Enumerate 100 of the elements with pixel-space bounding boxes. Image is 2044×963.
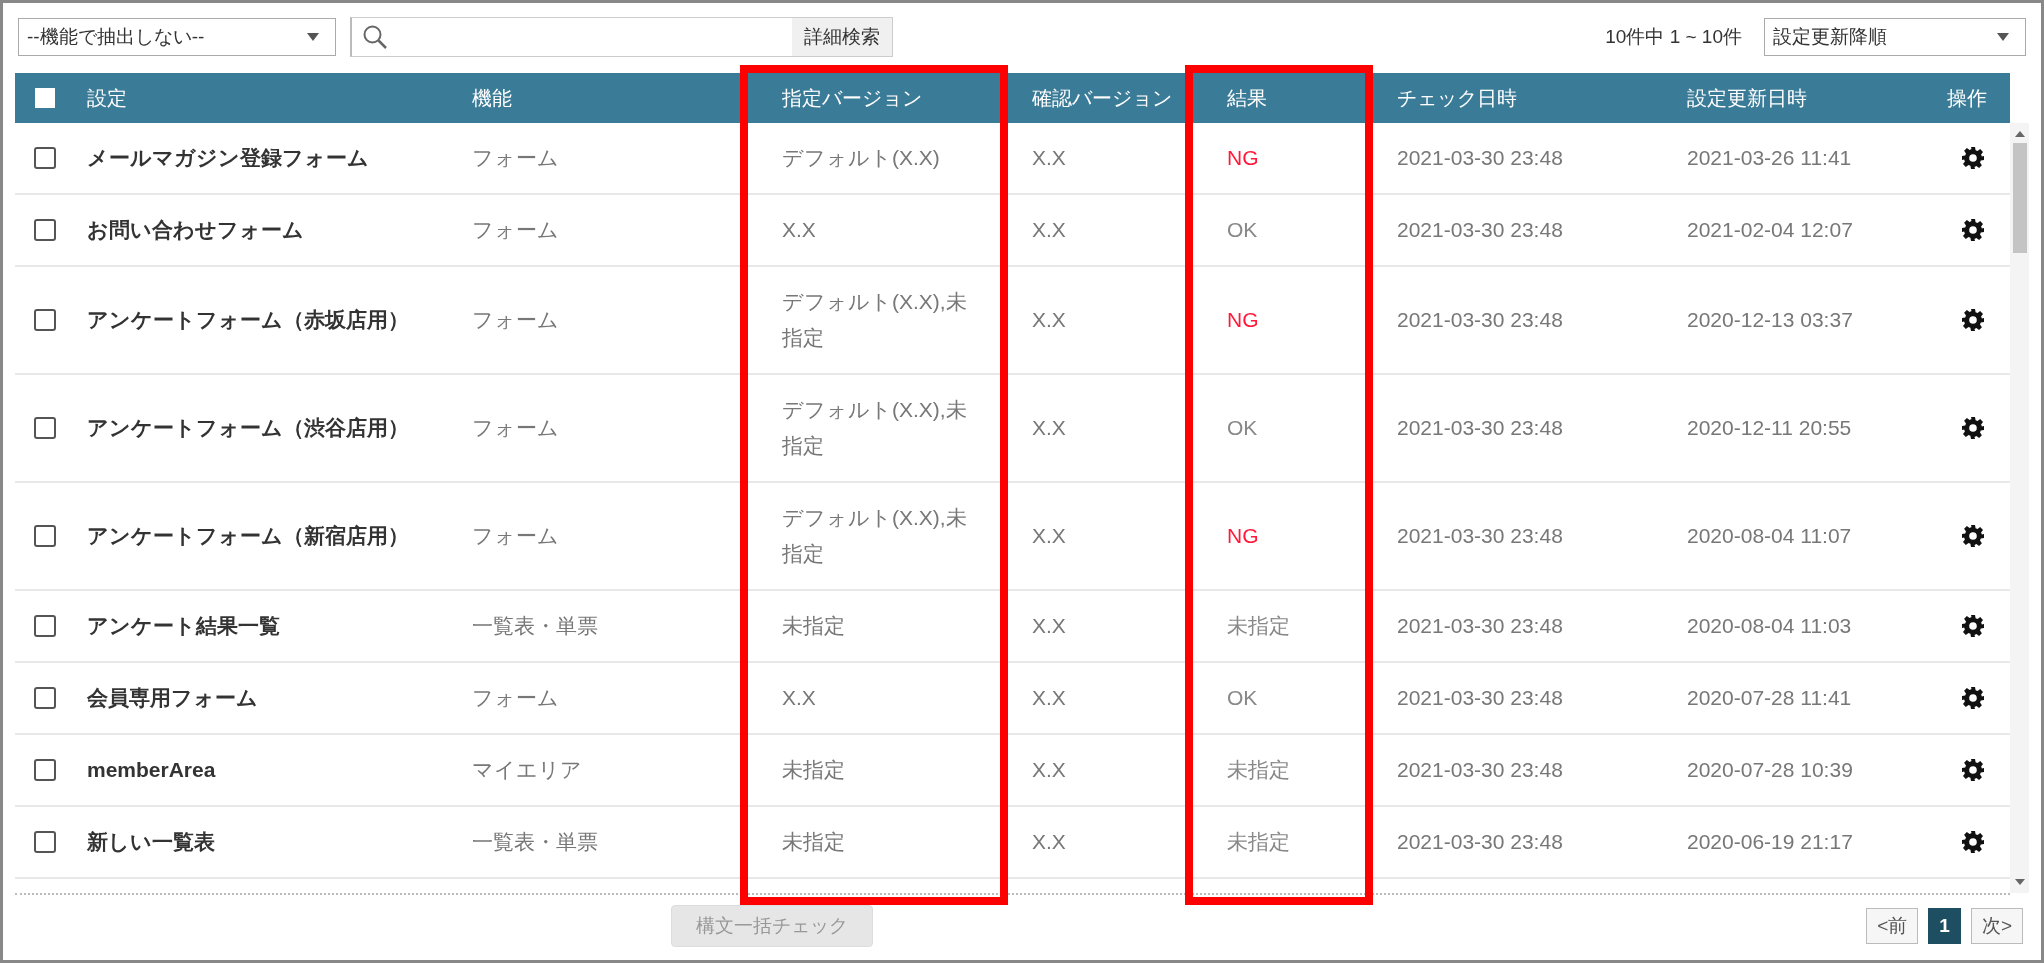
caret-icon: [1997, 33, 2009, 41]
setting-name: 会員専用フォーム: [87, 685, 258, 711]
setting-name: アンケートフォーム（赤坂店用）: [87, 307, 409, 333]
table-cell-text: 一覧表・単票: [472, 829, 598, 855]
settings-icon[interactable]: [1960, 308, 1985, 332]
row-checkbox[interactable]: [34, 615, 56, 637]
result-text: OK: [1227, 685, 1258, 711]
caret-icon: [307, 33, 319, 41]
settings-icon[interactable]: [1960, 686, 1985, 710]
row-checkbox[interactable]: [34, 759, 56, 781]
next-page-button[interactable]: 次>: [1970, 908, 2023, 944]
scroll-down-icon[interactable]: [2014, 879, 2025, 885]
table-row[interactable]: アンケートフォーム（新宿店用） フォーム デフォルト(X.X),未指定 X.X NG 2021-03-30 23:48 2020-08-04 11:07: [15, 483, 2010, 591]
result-text: 未指定: [1227, 613, 1290, 639]
scroll-up-icon[interactable]: [2014, 131, 2025, 137]
table-cell-text: フォーム: [472, 415, 559, 441]
column-header: 結果: [1227, 85, 1267, 111]
table-cell-text: 2020-12-13 03:37: [1687, 307, 1853, 333]
row-checkbox[interactable]: [34, 147, 56, 169]
table-cell-text: X.X: [1032, 829, 1066, 855]
row-checkbox[interactable]: [34, 417, 56, 439]
table-cell-text: 2021-03-26 11:41: [1687, 145, 1852, 171]
advanced-search-button[interactable]: 詳細検索: [792, 18, 892, 56]
search-icon: [362, 24, 388, 50]
filter-dropdown[interactable]: --機能で抽出しない--: [18, 18, 336, 56]
scrollbar-thumb[interactable]: [2012, 143, 2027, 253]
table-row[interactable]: お問い合わせフォーム フォーム X.X X.X OK 2021-03-30 23:48 2021-02-04 12:07: [15, 195, 2010, 267]
table-cell-text: フォーム: [472, 307, 559, 333]
search-field[interactable]: 詳細検索: [350, 17, 893, 57]
row-checkbox[interactable]: [34, 525, 56, 547]
table-cell-text: 2021-03-30 23:48: [1397, 145, 1563, 171]
table-row[interactable]: 新しい一覧表 一覧表・単票 未指定 X.X 未指定 2021-03-30 23:48 2020-06-19 21:17: [15, 807, 2010, 879]
table-cell-text: X.X: [1032, 415, 1066, 441]
result-text: 未指定: [1227, 829, 1290, 855]
row-checkbox[interactable]: [34, 687, 56, 709]
table-row[interactable]: アンケート結果一覧 一覧表・単票 未指定 X.X 未指定 2021-03-30 23:48 2020-08-04 11:03: [15, 591, 2010, 663]
sort-dropdown[interactable]: 設定更新降順: [1764, 18, 2026, 56]
result-count: 10件中 1 ~ 10件: [1605, 25, 1742, 49]
scrollbar[interactable]: [2010, 123, 2029, 893]
table-cell-text: X.X: [782, 685, 816, 711]
column-header: 指定バージョン: [782, 85, 922, 111]
column-header: 設定更新日時: [1687, 85, 1807, 111]
table-cell-text: 2020-08-04 11:03: [1687, 613, 1852, 639]
table-row[interactable]: アンケートフォーム（赤坂店用） フォーム デフォルト(X.X),未指定 X.X NG 2021-03-30 23:48 2020-12-13 03:37: [15, 267, 2010, 375]
table-cell-text: 2021-03-30 23:48: [1397, 217, 1563, 243]
table-cell-text: 2020-08-04 11:07: [1687, 523, 1852, 549]
table-row[interactable]: アンケートフォーム（渋谷店用） フォーム デフォルト(X.X),未指定 X.X OK 2021-03-30 23:48 2020-12-11 20:55: [15, 375, 2010, 483]
table-row[interactable]: 会員専用フォーム フォーム X.X X.X OK 2021-03-30 23:48 2020-07-28 11:41: [15, 663, 2010, 735]
table-cell-text: 2021-03-30 23:48: [1397, 613, 1563, 639]
column-header: 機能: [472, 85, 512, 111]
settings-icon[interactable]: [1960, 758, 1985, 782]
select-all-checkbox[interactable]: [35, 88, 55, 108]
table-cell-text: 2020-12-11 20:55: [1687, 415, 1852, 441]
table-cell-text: 2021-03-30 23:48: [1397, 307, 1563, 333]
row-checkbox[interactable]: [34, 309, 56, 331]
table-cell-text: 2021-03-30 23:48: [1397, 757, 1563, 783]
table-cell-text: 2021-03-30 23:48: [1397, 415, 1563, 441]
table-cell-text: 2020-06-19 21:17: [1687, 829, 1853, 855]
table-cell-text: X.X: [1032, 217, 1066, 243]
table-cell-text: X.X: [1032, 757, 1066, 783]
table-cell-text: デフォルト(X.X): [782, 145, 940, 171]
setting-name: memberArea: [87, 757, 216, 783]
table-cell-text: 2021-03-30 23:48: [1397, 685, 1563, 711]
table-cell-text: フォーム: [472, 217, 559, 243]
table-cell-text: デフォルト(X.X),未指定: [782, 397, 968, 459]
result-text: NG: [1227, 523, 1259, 549]
table-cell-text: X.X: [1032, 145, 1066, 171]
table-row[interactable]: memberArea マイエリア 未指定 X.X 未指定 2021-03-30 23:48 2020-07-28 10:39: [15, 735, 2010, 807]
table-cell-text: フォーム: [472, 685, 559, 711]
setting-name: アンケートフォーム（新宿店用）: [87, 523, 409, 549]
table-cell-text: 2021-02-04 12:07: [1687, 217, 1853, 243]
settings-icon[interactable]: [1960, 146, 1985, 170]
previous-page-button[interactable]: <前: [1866, 908, 1919, 944]
table-cell-text: デフォルト(X.X),未指定: [782, 289, 968, 351]
column-header: 操作: [1947, 85, 1987, 111]
table-cell-text: X.X: [1032, 613, 1066, 639]
table-cell-text: 2020-07-28 11:41: [1687, 685, 1852, 711]
settings-icon[interactable]: [1960, 830, 1985, 854]
setting-name: アンケートフォーム（渋谷店用）: [87, 415, 409, 441]
table-row[interactable]: メールマガジン登録フォーム フォーム デフォルト(X.X) X.X NG 2021-03-30 23:48 2021-03-26 11:41: [15, 123, 2010, 195]
result-text: OK: [1227, 217, 1258, 243]
table-cell-text: 2021-03-30 23:48: [1397, 523, 1563, 549]
table-cell-text: X.X: [1032, 685, 1066, 711]
settings-icon[interactable]: [1960, 614, 1985, 638]
settings-icon[interactable]: [1960, 524, 1985, 548]
table-cell-text: X.X: [1032, 307, 1066, 333]
result-text: NG: [1227, 307, 1259, 333]
row-checkbox[interactable]: [34, 219, 56, 241]
table-cell-text: フォーム: [472, 523, 559, 549]
settings-icon[interactable]: [1960, 218, 1985, 242]
table-cell-text: 未指定: [782, 613, 845, 639]
page-button[interactable]: 1: [1928, 908, 1961, 944]
table-cell-text: 2021-03-30 23:48: [1397, 829, 1563, 855]
table-cell-text: 未指定: [782, 829, 845, 855]
row-checkbox[interactable]: [34, 831, 56, 853]
result-text: OK: [1227, 415, 1258, 441]
table-cell-text: 一覧表・単票: [472, 613, 598, 639]
settings-icon[interactable]: [1960, 416, 1985, 440]
table-cell-text: 2020-07-28 10:39: [1687, 757, 1853, 783]
setting-name: アンケート結果一覧: [87, 613, 280, 639]
